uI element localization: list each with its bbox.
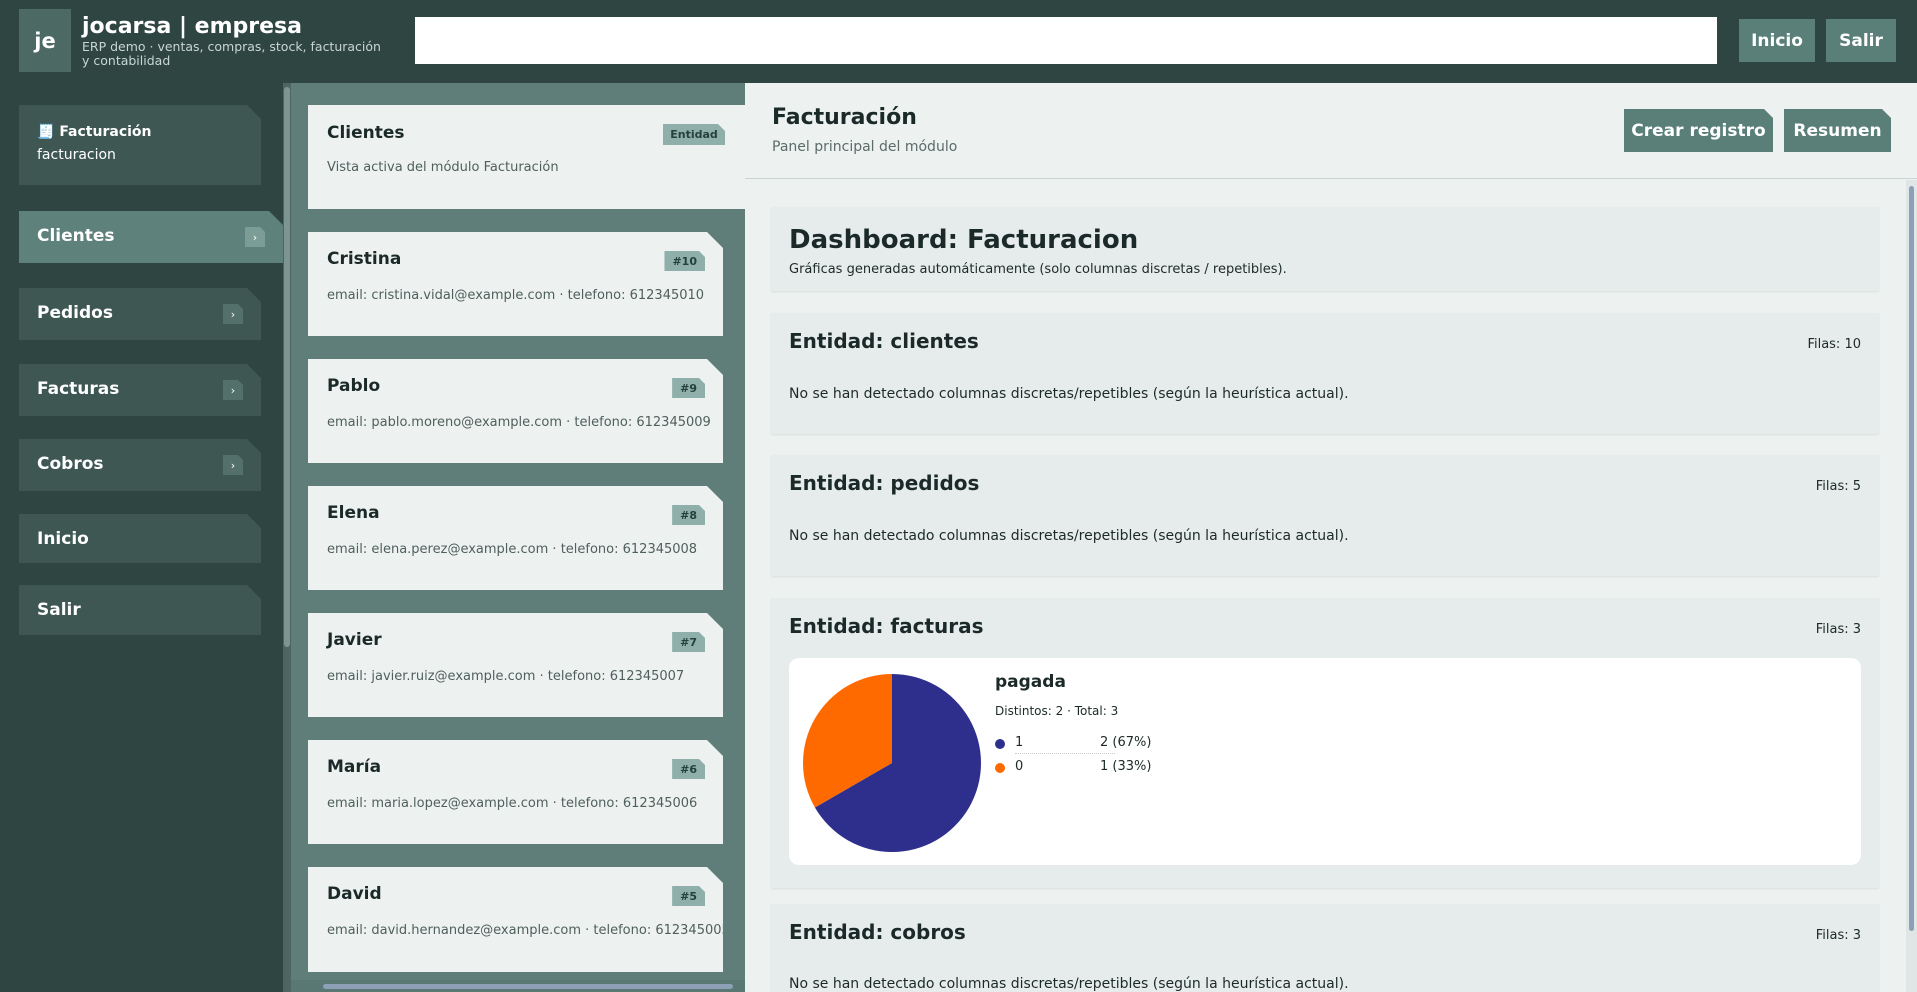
legend-label: 0 <box>1015 759 1024 774</box>
entity-message: No se han detectado columnas discretas/r… <box>789 386 1349 402</box>
legend-value: 2 (67%) <box>1100 735 1152 750</box>
record-card[interactable]: Pablo #9 email: pablo.moreno@example.com… <box>308 359 723 463</box>
app-header: je jocarsa | empresa ERP demo · ventas, … <box>0 0 1917 83</box>
sidebar-item-label: Clientes <box>37 226 115 246</box>
entity-message: No se han detectado columnas discretas/r… <box>789 976 1349 992</box>
entity-card-cobros: Entidad: cobros Filas: 3 No se han detec… <box>771 904 1879 992</box>
dashboard-subtitle: Gráficas generadas automáticamente (solo… <box>789 262 1287 277</box>
sidebar-item-salir[interactable]: Salir <box>19 585 261 635</box>
chevron-right-icon: › <box>223 380 243 400</box>
chart-title: pagada <box>995 672 1066 692</box>
legend-swatch <box>995 763 1005 773</box>
record-card[interactable]: María #6 email: maria.lopez@example.com … <box>308 740 723 844</box>
sidebar-item-label: Pedidos <box>37 303 113 323</box>
sidebar-item-label: Cobros <box>37 454 104 474</box>
entity-card-clientes: Entidad: clientes Filas: 10 No se han de… <box>771 313 1879 434</box>
legend-label: 1 <box>1015 735 1024 750</box>
entity-title: Entidad: facturas <box>789 614 984 638</box>
create-record-button[interactable]: Crear registro <box>1624 109 1773 152</box>
dashboard-title: Dashboard: Facturacion <box>789 225 1139 255</box>
summary-button[interactable]: Resumen <box>1784 109 1891 152</box>
app-logo[interactable]: je <box>19 9 71 72</box>
record-id-badge: #7 <box>672 632 705 652</box>
sidebar-item-label: Inicio <box>37 529 89 549</box>
chevron-right-icon: › <box>223 304 243 324</box>
record-card[interactable]: Javier #7 email: javier.ruiz@example.com… <box>308 613 723 717</box>
entity-card-pedidos: Entidad: pedidos Filas: 5 No se han dete… <box>771 455 1879 576</box>
app-title: jocarsa | empresa <box>82 14 302 39</box>
record-card[interactable]: Cristina #10 email: cristina.vidal@examp… <box>308 232 723 336</box>
record-id-badge: #8 <box>672 505 705 525</box>
record-card[interactable]: Elena #8 email: elena.perez@example.com … <box>308 486 723 590</box>
entity-row-count: Filas: 3 <box>1815 622 1861 637</box>
chart-card: pagada Distintos: 2 · Total: 3 1 2 (67%)… <box>789 658 1861 865</box>
main-scrollbar[interactable] <box>1906 180 1917 992</box>
record-detail: email: elena.perez@example.com · telefon… <box>327 542 698 557</box>
record-name: Elena <box>327 503 380 523</box>
sidebar-item-label: Facturas <box>37 379 120 399</box>
record-id-badge: #5 <box>672 886 705 906</box>
list-subtitle: Vista activa del módulo Facturación <box>327 160 559 175</box>
module-card: 🧾 Facturación facturacion <box>19 105 261 185</box>
entity-row-count: Filas: 5 <box>1815 479 1861 494</box>
list-horizontal-scrollbar[interactable] <box>291 980 745 992</box>
entity-card-facturas: Entidad: facturas Filas: 3 pagada Distin… <box>771 598 1879 888</box>
sidebar-item-cobros[interactable]: Cobros › <box>19 439 261 491</box>
record-id-badge: #6 <box>672 759 705 779</box>
entity-message: No se han detectado columnas discretas/r… <box>789 528 1349 544</box>
list-title: Clientes <box>327 123 405 143</box>
record-card[interactable]: David #5 email: david.hernandez@example.… <box>308 867 723 972</box>
entity-row-count: Filas: 10 <box>1807 337 1861 352</box>
record-detail: email: david.hernandez@example.com · tel… <box>327 923 730 938</box>
main-header: Facturación Panel principal del módulo C… <box>745 83 1917 179</box>
record-id-badge: #10 <box>664 251 705 271</box>
record-name: Cristina <box>327 249 402 269</box>
legend-swatch <box>995 739 1005 749</box>
sidebar-item-facturas[interactable]: Facturas › <box>19 364 261 416</box>
record-detail: email: pablo.moreno@example.com · telefo… <box>327 415 711 430</box>
page-subtitle: Panel principal del módulo <box>772 139 958 155</box>
record-detail: email: cristina.vidal@example.com · tele… <box>327 288 705 303</box>
chart-stats: Distintos: 2 · Total: 3 <box>995 704 1119 718</box>
scrollbar-thumb[interactable] <box>1909 186 1914 931</box>
list-header-card: Clientes Entidad Vista activa del módulo… <box>308 105 745 209</box>
sidebar-item-pedidos[interactable]: Pedidos › <box>19 288 261 340</box>
legend-value: 1 (33%) <box>1100 759 1152 774</box>
chevron-right-icon: › <box>223 455 243 475</box>
sidebar-item-label: Salir <box>37 600 81 620</box>
legend-divider <box>1015 753 1115 754</box>
sidebar-scrollbar[interactable] <box>283 83 291 992</box>
entity-title: Entidad: cobros <box>789 920 966 944</box>
app-subtitle: ERP demo · ventas, compras, stock, factu… <box>82 39 381 68</box>
module-title: 🧾 Facturación <box>37 124 152 140</box>
pie-chart <box>803 674 981 852</box>
record-detail: email: javier.ruiz@example.com · telefon… <box>327 669 685 684</box>
entity-badge: Entidad <box>663 124 725 145</box>
record-id-badge: #9 <box>672 378 705 398</box>
record-name: Javier <box>327 630 382 650</box>
sidebar-item-inicio[interactable]: Inicio <box>19 514 261 563</box>
entity-title: Entidad: clientes <box>789 329 979 353</box>
record-name: María <box>327 757 382 777</box>
dashboard-card: Dashboard: Facturacion Gráficas generada… <box>771 207 1879 291</box>
sidebar-item-clientes[interactable]: Clientes › <box>19 211 283 263</box>
record-detail: email: maria.lopez@example.com · telefon… <box>327 796 698 811</box>
module-title-label: Facturación <box>59 124 152 140</box>
scrollbar-thumb[interactable] <box>284 87 290 647</box>
salir-button[interactable]: Salir <box>1826 19 1896 62</box>
inicio-button[interactable]: Inicio <box>1739 19 1815 62</box>
module-slug: facturacion <box>37 147 116 163</box>
record-name: David <box>327 884 382 904</box>
search-input[interactable] <box>415 17 1717 64</box>
receipt-icon: 🧾 <box>37 124 55 140</box>
chevron-right-icon: › <box>245 227 265 247</box>
page-title: Facturación <box>772 105 917 130</box>
entity-row-count: Filas: 3 <box>1815 928 1861 943</box>
entity-title: Entidad: pedidos <box>789 471 980 495</box>
record-name: Pablo <box>327 376 381 396</box>
scrollbar-thumb[interactable] <box>323 984 733 989</box>
